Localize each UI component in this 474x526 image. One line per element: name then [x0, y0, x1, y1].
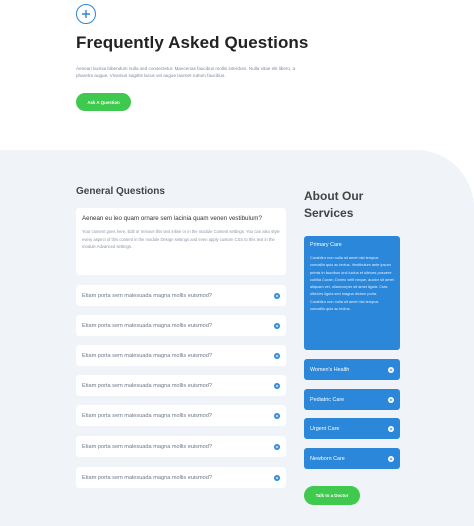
expand-plus-icon[interactable]: [274, 412, 280, 419]
service-accordion-item[interactable]: Urgent Care: [304, 418, 400, 439]
expand-plus-icon[interactable]: [274, 474, 280, 481]
faq-question: Etiam porta sem malesuada magna mollis e…: [82, 474, 212, 481]
service-title: Women's Health: [310, 366, 350, 373]
faq-accordion-open-item[interactable]: Aenean eu leo quam ornare sem lacinia qu…: [76, 208, 286, 275]
faq-accordion-item[interactable]: Etiam porta sem malesuada magna mollis e…: [76, 315, 286, 336]
faq-question: Etiam porta sem malesuada magna mollis e…: [82, 292, 212, 299]
faq-accordion-item[interactable]: Etiam porta sem malesuada magna mollis e…: [76, 405, 286, 426]
expand-plus-icon[interactable]: [274, 443, 280, 450]
service-accordion-item[interactable]: Women's Health: [304, 359, 400, 380]
service-title: Primary Care: [310, 242, 342, 248]
service-title: Newborn Care: [310, 455, 345, 462]
faq-answer: Your content goes here. Edit or remove t…: [82, 229, 280, 250]
faq-question: Etiam porta sem malesuada magna mollis e…: [82, 412, 212, 419]
expand-plus-icon[interactable]: [388, 455, 394, 462]
faq-accordion-item[interactable]: Etiam porta sem malesuada magna mollis e…: [76, 467, 286, 488]
service-accordion-open-item[interactable]: Primary Care Curabitur non nulla sit ame…: [304, 236, 400, 350]
faq-question: Etiam porta sem malesuada magna mollis e…: [82, 382, 212, 389]
faq-accordion-item[interactable]: Etiam porta sem malesuada magna mollis e…: [76, 345, 286, 366]
plus-circle-icon: [76, 4, 96, 24]
service-accordion-item[interactable]: Pediatric Care: [304, 389, 400, 410]
about-services-heading: About Our Services: [304, 189, 364, 220]
expand-plus-icon[interactable]: [388, 425, 394, 432]
faq-accordion-item[interactable]: Etiam porta sem malesuada magna mollis e…: [76, 285, 286, 306]
service-title: Pediatric Care: [310, 396, 345, 403]
faq-question: Etiam porta sem malesuada magna mollis e…: [82, 352, 212, 359]
expand-plus-icon[interactable]: [388, 396, 394, 403]
expand-plus-icon[interactable]: [274, 292, 280, 299]
service-accordion-item[interactable]: Newborn Care: [304, 448, 400, 469]
page-intro-text: Aenean lacinia bibendum nulla sed consec…: [76, 66, 296, 79]
service-title: Urgent Care: [310, 425, 340, 432]
faq-question: Aenean eu leo quam ornare sem lacinia qu…: [82, 215, 262, 222]
general-questions-heading: General Questions: [76, 186, 165, 197]
talk-to-doctor-button[interactable]: Talk to a Doctor: [304, 486, 360, 505]
expand-plus-icon[interactable]: [388, 366, 394, 373]
page-title: Frequently Asked Questions: [76, 33, 309, 52]
faq-question: Etiam porta sem malesuada magna mollis e…: [82, 443, 212, 450]
faq-question: Etiam porta sem malesuada magna mollis e…: [82, 322, 212, 329]
faq-accordion-item[interactable]: Etiam porta sem malesuada magna mollis e…: [76, 436, 286, 457]
expand-plus-icon[interactable]: [274, 382, 280, 389]
ask-a-question-button[interactable]: Ask A Question: [76, 93, 131, 111]
expand-plus-icon[interactable]: [274, 322, 280, 329]
faq-accordion-item[interactable]: Etiam porta sem malesuada magna mollis e…: [76, 375, 286, 396]
expand-plus-icon[interactable]: [274, 352, 280, 359]
service-description: Curabitur non nulla sit amet nisl tempus…: [310, 255, 394, 312]
faq-header-section: Frequently Asked Questions Aenean lacini…: [0, 0, 474, 150]
